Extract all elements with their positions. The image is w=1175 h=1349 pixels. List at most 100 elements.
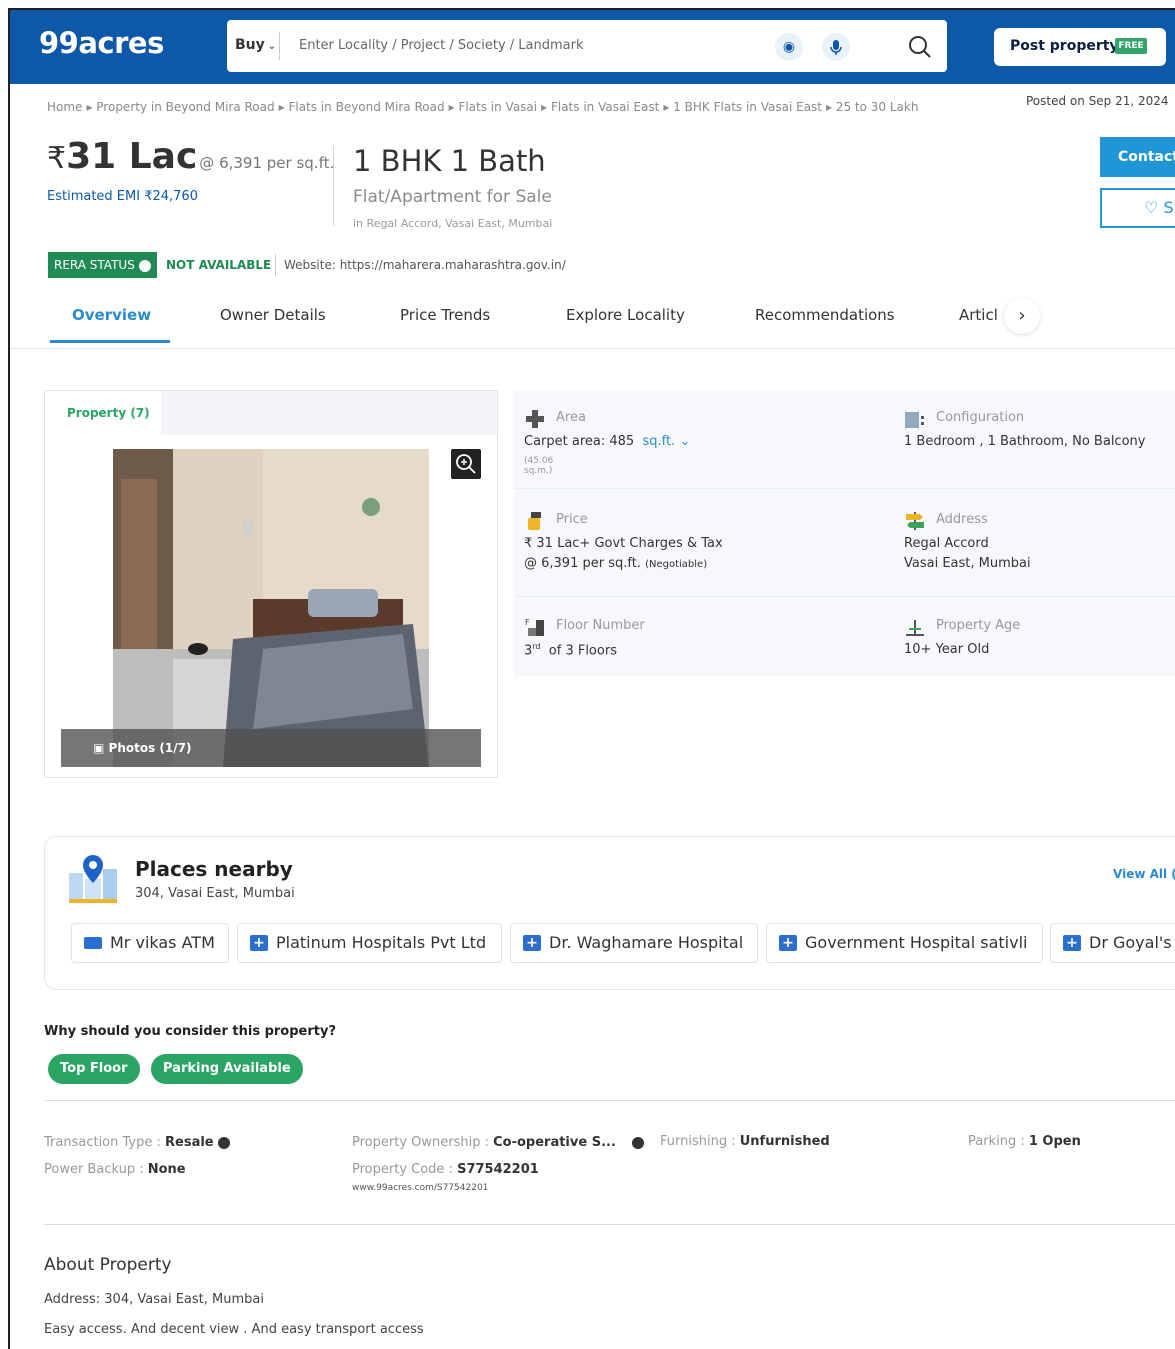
property-age-value: 10+ Year Old xyxy=(904,642,990,657)
property-code-url[interactable]: www.99acres.com/S77542201 xyxy=(352,1183,488,1193)
search-input[interactable]: Enter Locality / Project / Society / Lan… xyxy=(299,38,584,53)
fact-furnishing: Furnishing : Unfurnished xyxy=(660,1134,830,1149)
area-label: Area xyxy=(556,410,586,425)
places-nearby: Places nearby 304, Vasai East, Mumbai Vi… xyxy=(44,836,1175,990)
locate-me-icon[interactable]: ◉ xyxy=(775,33,803,61)
fact-ownership: Property Ownership : Co-operative S... xyxy=(352,1135,645,1150)
tab-explore-locality[interactable]: Explore Locality xyxy=(566,306,685,324)
page-frame: 99acres Buy ⌄ Enter Locality / Project / … xyxy=(8,8,1175,1349)
place-chip-label: Platinum Hospitals Pvt Ltd xyxy=(276,933,487,952)
chevron-right-icon[interactable]: › xyxy=(1004,298,1040,334)
photos-count-bar[interactable]: ▣ Photos (1/7) xyxy=(61,729,481,767)
place-chip-label: Mr vikas ATM xyxy=(110,933,215,952)
search-icon[interactable] xyxy=(905,32,935,62)
floor-total: of 3 Floors xyxy=(548,643,617,659)
post-property-button[interactable]: Post property FREE xyxy=(994,28,1166,66)
configuration-icon xyxy=(905,412,924,428)
breadcrumb-item[interactable]: Home xyxy=(47,100,82,114)
tab-recommendations[interactable]: Recommendations xyxy=(755,306,895,324)
section-divider xyxy=(44,1100,1175,1101)
place-chip[interactable]: Mr vikas ATM xyxy=(71,923,229,963)
free-badge: FREE xyxy=(1115,38,1147,54)
search-bar: Buy ⌄ Enter Locality / Project / Society … xyxy=(227,20,947,72)
rera-availability: NOT AVAILABLE xyxy=(166,258,272,272)
buy-dropdown[interactable]: Buy ⌄ xyxy=(235,37,276,53)
fact-value: Co-operative S... xyxy=(493,1135,616,1150)
price-value: 31 Lac xyxy=(66,136,198,177)
property-age-icon xyxy=(906,620,924,636)
breadcrumb-item[interactable]: Flats in Vasai xyxy=(458,100,537,114)
tab-owner-details[interactable]: Owner Details xyxy=(220,306,326,324)
fact-value: None xyxy=(147,1162,186,1177)
place-chip[interactable]: + Government Hospital sativli xyxy=(766,923,1043,963)
floor-value: 3rd of 3 Floors xyxy=(524,642,617,658)
signpost-icon xyxy=(906,512,924,530)
configuration-value: 1 Bedroom , 1 Bathroom, No Balcony xyxy=(904,434,1146,449)
place-chip[interactable]: + Dr Goyal's xyxy=(1050,923,1175,963)
listing-price: ₹31 Lac @ 6,391 per sq.ft. xyxy=(47,136,334,177)
info-icon[interactable] xyxy=(138,259,151,272)
site-logo[interactable]: 99acres xyxy=(39,26,164,60)
price-tag-icon xyxy=(528,512,541,530)
address-label: Address xyxy=(936,512,988,527)
shortlist-label: S xyxy=(1163,198,1174,217)
fact-key: Property Ownership : xyxy=(352,1135,494,1150)
configuration-label: Configuration xyxy=(936,410,1025,425)
breadcrumb-item[interactable]: Flats in Beyond Mira Road xyxy=(288,100,444,114)
area-sqm: (45.06 sq.m.) xyxy=(524,456,554,476)
active-tab-indicator xyxy=(50,340,170,343)
microphone-icon[interactable] xyxy=(822,33,850,61)
price-label: Price xyxy=(556,512,588,527)
area-value: Carpet area: 485 sq.ft. ⌄ xyxy=(524,434,690,449)
area-unit: sq.ft. xyxy=(642,434,676,449)
about-description: Easy access. And decent view . And easy … xyxy=(44,1322,424,1337)
places-subtitle: 304, Vasai East, Mumbai xyxy=(135,886,295,901)
photo-gallery: Property (7) ▣ Photos (1/7) xyxy=(44,390,498,778)
view-all-link[interactable]: View All (8 xyxy=(1113,867,1175,881)
rera-status-badge: RERA STATUS xyxy=(48,252,157,278)
fact-key: Property Code : xyxy=(352,1162,458,1177)
estimated-emi-link[interactable]: Estimated EMI ₹24,760 xyxy=(47,189,198,204)
negotiable-note: (Negotiable) xyxy=(645,559,708,570)
tab-price-trends[interactable]: Price Trends xyxy=(400,306,490,324)
fact-property-code: Property Code : S77542201 xyxy=(352,1162,539,1177)
fact-value: Resale xyxy=(165,1135,214,1150)
tab-articles[interactable]: Articl xyxy=(959,306,998,324)
gallery-tabbar: Property (7) xyxy=(45,391,497,435)
property-photo[interactable] xyxy=(113,449,429,767)
breadcrumb-item[interactable]: 1 BHK Flats in Vasai East xyxy=(673,100,822,114)
property-age-label: Property Age xyxy=(936,618,1021,633)
address-line-1: Regal Accord xyxy=(904,536,989,551)
breadcrumb-item[interactable]: Flats in Vasai East xyxy=(551,100,659,114)
address-line-2: Vasai East, Mumbai xyxy=(904,556,1031,571)
fact-parking: Parking : 1 Open xyxy=(968,1134,1081,1149)
fact-value: Unfurnished xyxy=(739,1134,830,1149)
price-per-sqft-line: @ 6,391 per sq.ft. (Negotiable) xyxy=(524,556,707,571)
area-unit-dropdown[interactable]: sq.ft. ⌄ xyxy=(642,434,690,449)
floor-icon: F xyxy=(525,618,544,636)
breadcrumb-item[interactable]: Property in Beyond Mira Road xyxy=(96,100,274,114)
price-per-sqft: @ 6,391 per sq.ft. xyxy=(199,154,335,172)
place-chip[interactable]: + Dr. Waghamare Hospital xyxy=(510,923,758,963)
area-icon xyxy=(526,410,544,428)
tab-overview[interactable]: Overview xyxy=(72,306,151,324)
highlight-tag: Parking Available xyxy=(151,1054,303,1084)
rera-website[interactable]: Website: https://maharera.maharashtra.go… xyxy=(284,258,566,272)
fact-value: S77542201 xyxy=(457,1162,539,1177)
section-divider xyxy=(44,1224,1175,1225)
zoom-icon[interactable] xyxy=(451,449,481,479)
fact-key: Power Backup : xyxy=(44,1162,148,1177)
info-icon[interactable] xyxy=(632,1136,645,1149)
fact-key: Furnishing : xyxy=(660,1134,740,1149)
currency-symbol: ₹ xyxy=(47,141,67,176)
details-divider xyxy=(514,596,1175,597)
why-consider-title: Why should you consider this property? xyxy=(44,1024,336,1039)
contact-button[interactable]: Contact xyxy=(1100,137,1175,177)
info-icon[interactable] xyxy=(217,1136,230,1149)
chevron-down-icon: ⌄ xyxy=(267,41,277,52)
about-address: Address: 304, Vasai East, Mumbai xyxy=(44,1292,264,1307)
gallery-tab-property[interactable]: Property (7) xyxy=(45,391,161,435)
shortlist-button[interactable]: ♡ S xyxy=(1100,188,1175,228)
place-chip[interactable]: + Platinum Hospitals Pvt Ltd xyxy=(237,923,502,963)
breadcrumb-item[interactable]: 25 to 30 Lakh xyxy=(836,100,919,114)
